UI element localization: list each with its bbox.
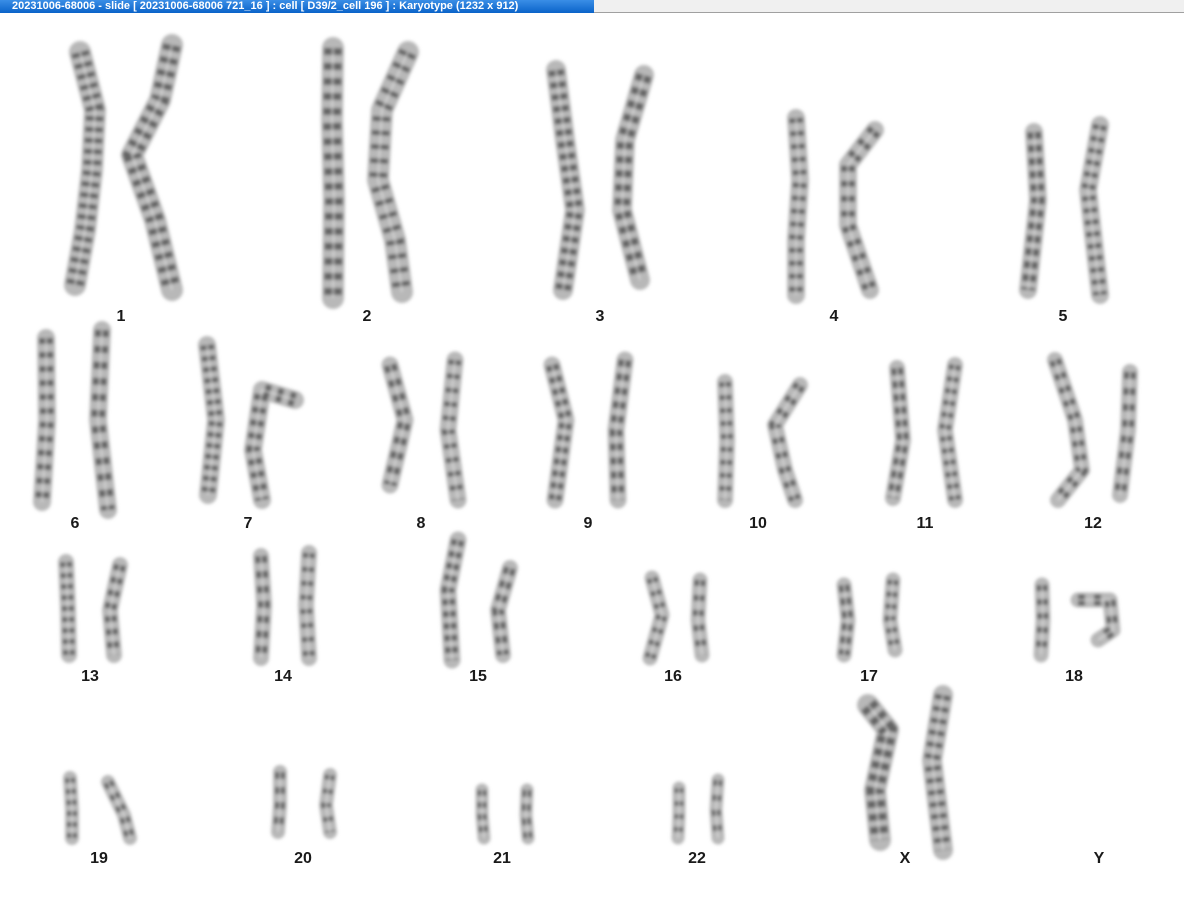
chromosome-33 [836, 577, 856, 663]
chromosome-41 [475, 783, 491, 845]
chromosome-27 [253, 548, 272, 666]
chromosome-16 [439, 351, 467, 509]
chromosome-36 [1070, 592, 1121, 648]
chromosome-label: 13 [81, 668, 99, 685]
chromosome-17 [543, 356, 575, 509]
chromosome-label: 1 [117, 308, 126, 325]
chromosome-23 [1047, 352, 1090, 508]
chromosome-10 [1079, 116, 1109, 304]
chromosome-32 [690, 572, 710, 663]
chromosome-5 [546, 60, 585, 300]
chromosome-label: 7 [244, 515, 253, 532]
chromosome-14 [244, 380, 304, 509]
chromosome-42 [519, 783, 535, 845]
chromosome-21 [885, 360, 911, 506]
chromosome-35 [1033, 577, 1051, 663]
karyotype-image: 1 2 3 4 56 7 8 9 10 11 1213 14 15 16 17 1819 20 21 22 X Y [33, 34, 1138, 867]
chromosome-label: 12 [1084, 515, 1102, 532]
chromosome-4 [367, 41, 419, 303]
window-title-bar: 20231006-68006 - slide [ 20231006-68006 … [0, 0, 594, 13]
chromosome-layer [33, 34, 1138, 860]
chromosome-20 [767, 377, 808, 508]
chromosome-6 [612, 65, 654, 290]
chromosome-label: 6 [71, 515, 80, 532]
chromosome-label: 16 [664, 668, 682, 685]
chromosome-38 [101, 775, 137, 845]
chromosome-label: Y [1094, 850, 1105, 867]
chromosome-label: 14 [274, 668, 292, 685]
chromosome-label: X [900, 850, 911, 867]
chromosome-label: 9 [584, 515, 593, 532]
chromosome-40 [319, 768, 337, 839]
chromosome-31 [642, 570, 670, 666]
chromosome-label: 3 [596, 308, 605, 325]
chromosome-39 [271, 765, 287, 839]
karyotype-canvas: 1 2 3 4 5 6 7 8 9 10 11 12 13 14 15 16 17 18 19 20 21 22 X Y [0, 14, 1184, 899]
chromosome-label: 21 [493, 850, 511, 867]
chromosome-18 [607, 351, 634, 509]
chromosome-46 [922, 685, 953, 860]
chromosome-9 [1019, 123, 1047, 299]
chromosome-label: 4 [830, 308, 839, 325]
chromosome-label: 2 [363, 308, 372, 325]
chromosome-12 [89, 321, 117, 519]
chromosome-44 [709, 773, 725, 845]
chromosome-3 [321, 37, 345, 309]
chromosome-7 [787, 109, 809, 304]
chromosome-26 [102, 557, 128, 663]
chromosome-30 [490, 560, 518, 663]
chromosome-label: 19 [90, 850, 108, 867]
chromosome-28 [298, 545, 317, 666]
chromosome-11 [33, 329, 56, 511]
chromosome-15 [381, 356, 414, 494]
chromosome-8 [839, 121, 884, 299]
chromosome-label: 10 [749, 515, 767, 532]
chromosome-label: 22 [688, 850, 706, 867]
chromosome-2 [121, 34, 183, 301]
chromosome-label: 20 [294, 850, 312, 867]
window-title: 20231006-68006 - slide [ 20231006-68006 … [12, 0, 519, 12]
chromosome-label: 8 [417, 515, 426, 532]
chromosome-label: 5 [1059, 308, 1068, 325]
chromosome-24 [1112, 364, 1138, 503]
chromosome-43 [671, 781, 686, 845]
title-bar-background [594, 0, 1184, 13]
chromosome-label: 11 [917, 515, 934, 532]
chromosome-45 [857, 694, 899, 851]
chromosome-29 [439, 531, 467, 669]
chromosome-22 [937, 357, 963, 508]
chromosome-label: 18 [1065, 668, 1083, 685]
chromosome-37 [63, 771, 79, 845]
chromosome-34 [882, 572, 903, 658]
chromosome-19 [717, 374, 735, 508]
chromosome-label: 15 [469, 668, 487, 685]
chromosome-13 [198, 336, 225, 504]
chromosome-1 [64, 41, 106, 296]
chromosome-label: 17 [860, 668, 878, 685]
chromosome-25 [58, 554, 77, 663]
